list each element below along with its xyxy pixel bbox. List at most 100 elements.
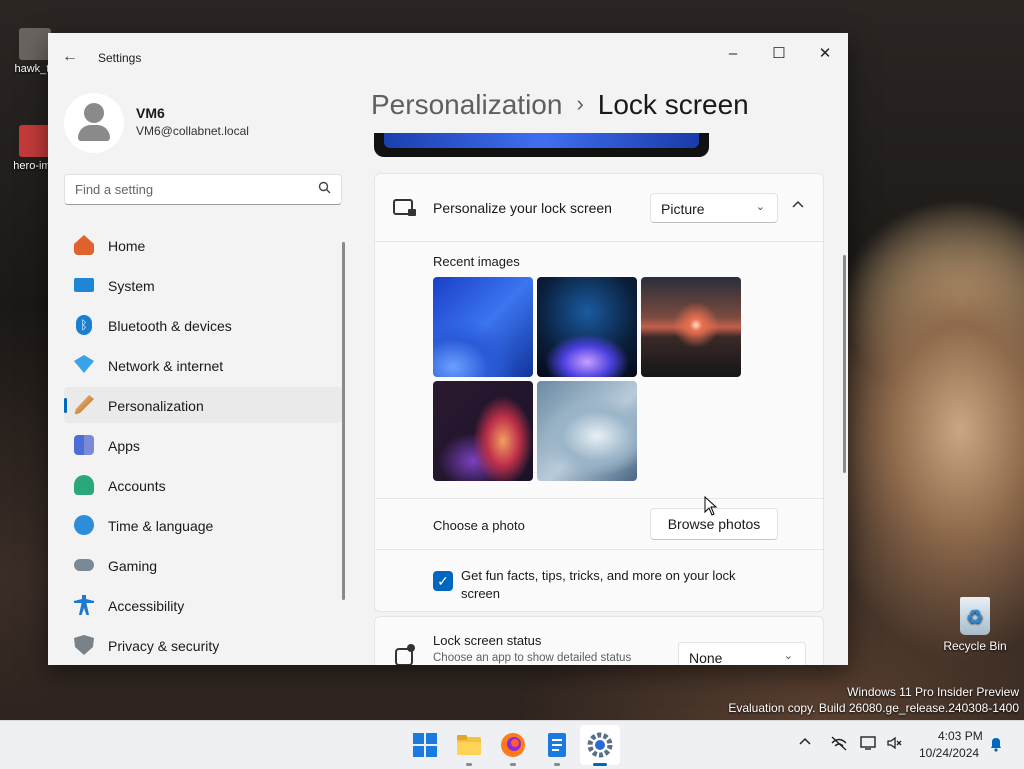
- background-type-dropdown[interactable]: Picture ⌄: [650, 193, 778, 223]
- search-icon[interactable]: [318, 181, 331, 197]
- fun-facts-line-2: screen: [461, 586, 501, 601]
- sidebar-item-privacy[interactable]: Privacy & security: [64, 627, 342, 663]
- sidebar-item-time-language[interactable]: Time & language: [64, 507, 342, 543]
- clock-date[interactable]: 10/24/2024: [919, 746, 979, 760]
- system-icon: [74, 278, 94, 292]
- gamepad-icon: [74, 559, 94, 571]
- avatar-head: [84, 103, 104, 123]
- chevron-down-icon: ⌄: [755, 201, 765, 213]
- notepad-icon[interactable]: [544, 732, 570, 758]
- sidebar-item-personalization[interactable]: Personalization: [64, 387, 342, 423]
- chevron-up-icon: [792, 200, 804, 208]
- recycle-bin-icon: [960, 597, 990, 635]
- lock-screen-preview: [374, 133, 709, 157]
- personalize-lock-screen-card: Personalize your lock screen Picture ⌄ R…: [374, 173, 824, 612]
- app-running-indicator: [510, 763, 516, 766]
- sidebar-item-network[interactable]: Network & internet: [64, 347, 342, 383]
- sidebar-nav: Home System ᛒ Bluetooth & devices Networ…: [64, 227, 342, 665]
- start-icon[interactable]: [412, 732, 438, 758]
- sidebar-item-label: Home: [108, 238, 146, 254]
- collapse-button[interactable]: [791, 198, 805, 215]
- dropdown-value: Picture: [661, 201, 705, 217]
- divider: [375, 241, 823, 242]
- settings-icon[interactable]: [587, 732, 613, 758]
- home-icon: [74, 235, 94, 255]
- page-title: Lock screen: [597, 89, 749, 120]
- chevron-up-icon[interactable]: [798, 735, 812, 753]
- maximize-button[interactable]: ☐: [756, 39, 802, 69]
- taskbar: 4:03 PM 10/24/2024: [0, 720, 1024, 769]
- title-bar[interactable]: ← Settings – ☐ ✕: [48, 33, 848, 79]
- fun-facts-line-1: Get fun facts, tips, tricks, and more on…: [461, 568, 736, 583]
- sidebar-item-label: Accessibility: [108, 598, 185, 614]
- search-input[interactable]: [73, 181, 307, 198]
- back-button[interactable]: ←: [56, 45, 84, 69]
- back-arrow-icon: ←: [62, 48, 78, 65]
- breadcrumb-parent[interactable]: Personalization: [371, 89, 562, 120]
- volume-muted-icon[interactable]: [886, 735, 904, 755]
- watermark-line-2: Evaluation copy. Build 26080.ge_release.…: [728, 701, 1019, 715]
- fun-facts-checkbox[interactable]: ✓: [433, 571, 453, 591]
- sidebar-item-system[interactable]: System: [64, 267, 342, 303]
- profile-name: VM6: [136, 105, 165, 121]
- minimize-button[interactable]: –: [710, 39, 756, 69]
- sidebar-item-gaming[interactable]: Gaming: [64, 547, 342, 583]
- lock-status-label: Lock screen status: [433, 633, 542, 648]
- avatar[interactable]: [64, 93, 124, 153]
- evaluation-watermark: Windows 11 Pro Insider Preview Evaluatio…: [728, 684, 1019, 716]
- sidebar-item-home[interactable]: Home: [64, 227, 342, 263]
- sidebar-item-label: System: [108, 278, 155, 294]
- minimize-icon: –: [728, 45, 738, 62]
- sidebar-item-apps[interactable]: Apps: [64, 427, 342, 463]
- avatar-body: [78, 125, 110, 141]
- fun-facts-label[interactable]: Get fun facts, tips, tricks, and more on…: [461, 567, 736, 603]
- status-badge-icon: [407, 644, 415, 652]
- clock-time[interactable]: 4:03 PM: [938, 729, 983, 743]
- divider: [375, 549, 823, 550]
- sidebar-item-label: Apps: [108, 438, 140, 454]
- recent-image-sunset-lake[interactable]: [641, 277, 741, 377]
- sidebar-item-accessibility[interactable]: Accessibility: [64, 587, 342, 623]
- file-explorer-icon[interactable]: [456, 732, 482, 758]
- content-scrollbar[interactable]: [843, 255, 846, 473]
- settings-window: ← Settings – ☐ ✕ VM6 VM6@collabnet.local…: [48, 33, 848, 665]
- brush-icon: [74, 395, 94, 415]
- notification-bell-icon[interactable]: [988, 736, 1004, 756]
- recycle-bin[interactable]: Recycle Bin: [940, 597, 1010, 653]
- breadcrumb-separator-icon: ›: [576, 91, 584, 116]
- sidebar-item-label: Time & language: [108, 518, 214, 534]
- recent-image-dark-glow[interactable]: [537, 277, 637, 377]
- recent-image-colorful-swirl[interactable]: [433, 381, 533, 481]
- recent-images-label: Recent images: [433, 254, 520, 269]
- sidebar-scrollbar[interactable]: [342, 242, 345, 600]
- lock-badge-icon: [408, 209, 416, 216]
- app-active-indicator: [593, 763, 607, 766]
- desktop-icon-image: [19, 125, 51, 157]
- sidebar-item-bluetooth[interactable]: ᛒ Bluetooth & devices: [64, 307, 342, 343]
- recent-image-blue-bloom[interactable]: [433, 277, 533, 377]
- profile-email: VM6@collabnet.local: [136, 124, 249, 138]
- network-off-icon[interactable]: [830, 735, 848, 755]
- close-icon: ✕: [818, 45, 832, 62]
- maximize-icon: ☐: [772, 45, 786, 62]
- search-box[interactable]: [64, 174, 342, 205]
- display-icon[interactable]: [860, 735, 878, 755]
- recent-image-pale-blue-bloom[interactable]: [537, 381, 637, 481]
- sidebar-item-label: Gaming: [108, 558, 158, 574]
- window-title: Settings: [98, 51, 142, 65]
- sidebar-item-accounts[interactable]: Accounts: [64, 467, 342, 503]
- lock-status-sublabel: Choose an app to show detailed status: [433, 652, 632, 664]
- lock-status-dropdown[interactable]: None ⌄: [678, 642, 806, 665]
- mouse-cursor-icon: [704, 496, 718, 516]
- globe-clock-icon: [74, 515, 94, 535]
- dropdown-value: None: [689, 650, 723, 665]
- close-button[interactable]: ✕: [802, 39, 848, 69]
- desktop-icon-image: [19, 28, 51, 60]
- firefox-icon[interactable]: [500, 732, 526, 758]
- personalize-label: Personalize your lock screen: [433, 200, 612, 216]
- wifi-icon: [74, 355, 94, 373]
- watermark-line-1: Windows 11 Pro Insider Preview: [847, 685, 1019, 699]
- app-running-indicator: [466, 763, 472, 766]
- sidebar-item-label: Network & internet: [108, 358, 224, 374]
- sidebar-item-label: Accounts: [108, 478, 166, 494]
